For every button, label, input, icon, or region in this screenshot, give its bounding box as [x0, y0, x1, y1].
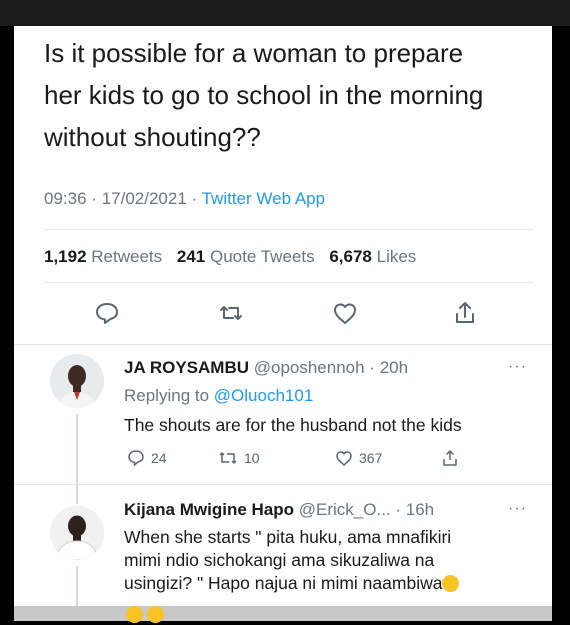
reply-text-line: When she starts " pita huku, ama mnafiki…	[124, 527, 452, 547]
likes-stat[interactable]: 6,678 Likes	[329, 247, 416, 266]
reply-count: 24	[151, 450, 167, 466]
avatar[interactable]	[50, 354, 104, 408]
reply-share-button[interactable]	[440, 448, 465, 468]
bottom-overlay	[14, 606, 552, 621]
retweet-icon	[219, 452, 237, 464]
emoji-smile-icon	[442, 575, 460, 592]
share-icon	[443, 450, 457, 466]
tweet-text-line: her kids to go to school in the morning	[44, 80, 484, 110]
retweet-icon[interactable]	[216, 298, 246, 328]
top-bar	[0, 0, 570, 26]
user-handle[interactable]: @oposhennoh	[254, 358, 365, 377]
tweet-date: 17/02/2021	[101, 189, 187, 208]
reply-tweet[interactable]: JA ROYSAMBU @oposhennoh · 20h ··· Replyi…	[14, 344, 552, 484]
emoji-smile-icon	[126, 606, 143, 623]
tweet-text-line: Is it possible for a woman to prepare	[44, 38, 464, 68]
reply-header: Kijana Mwigine Hapo @Erick_O... · 16h	[124, 500, 434, 520]
more-options-icon[interactable]: ···	[508, 358, 527, 376]
reply-icon	[128, 450, 144, 467]
reply-text-line: usingizi? " Hapo najua ni mimi naambiwa	[124, 572, 460, 595]
reply-like-button[interactable]: 367	[334, 448, 382, 468]
tweet-text: Is it possible for a woman to prepare he…	[44, 32, 534, 158]
reply-header: JA ROYSAMBU @oposhennoh · 20h	[124, 358, 408, 378]
user-handle[interactable]: @Erick_O...	[299, 500, 391, 519]
meta-separator: ·	[91, 189, 97, 208]
reply-retweet-button[interactable]: 10	[217, 448, 260, 468]
meta-separator: ·	[191, 189, 198, 208]
avatar-photo	[50, 354, 104, 408]
thread-line	[76, 484, 78, 504]
retweets-stat[interactable]: 1,192 Retweets	[44, 247, 162, 266]
reply-time: · 20h	[369, 358, 409, 377]
display-name[interactable]: JA ROYSAMBU	[124, 358, 249, 377]
like-icon[interactable]	[330, 298, 360, 328]
tweet-text-line: without shouting??	[44, 122, 261, 152]
retweets-count: 1,192	[44, 247, 87, 266]
replying-prefix: Replying to	[124, 386, 210, 405]
reply-tweet[interactable]: Kijana Mwigine Hapo @Erick_O... · 16h ··…	[14, 484, 552, 621]
avatar-photo	[50, 506, 104, 560]
replying-handle-link[interactable]: @Oluoch101	[214, 386, 314, 405]
emoji-row	[126, 606, 165, 625]
reply-time: · 16h	[395, 500, 435, 519]
reply-text: The shouts are for the husband not the k…	[124, 415, 462, 435]
tweet-card: Is it possible for a woman to prepare he…	[14, 26, 552, 621]
divider	[44, 282, 534, 283]
display-name[interactable]: Kijana Mwigine Hapo	[124, 500, 294, 519]
thread-line	[76, 414, 78, 484]
avatar[interactable]	[50, 506, 104, 560]
reply-text: When she starts " pita huku, ama mnafiki…	[124, 526, 460, 595]
tweet-source-link[interactable]: Twitter Web App	[202, 189, 325, 208]
quotes-stat[interactable]: 241 Quote Tweets	[177, 247, 315, 266]
tweet-time: 09:36	[44, 189, 87, 208]
tweet-stats: 1,192 Retweets 241 Quote Tweets 6,678 Li…	[44, 247, 416, 267]
divider	[44, 229, 534, 230]
like-count: 367	[359, 450, 383, 466]
likes-label: Likes	[376, 247, 417, 266]
reply-reply-button[interactable]: 24	[126, 448, 167, 468]
reply-icon[interactable]	[92, 298, 122, 328]
tweet-actions	[14, 298, 552, 328]
reply-text-span: usingizi? " Hapo najua ni mimi naambiwa	[124, 573, 443, 593]
replying-to: Replying to @Oluoch101	[124, 386, 313, 406]
emoji-smile-icon	[147, 606, 165, 623]
tweet-meta: 09:36 · 17/02/2021 · Twitter Web App	[44, 189, 325, 209]
more-options-icon[interactable]: ···	[508, 500, 527, 518]
likes-count: 6,678	[329, 247, 372, 266]
quotes-label: Quote Tweets	[210, 247, 315, 266]
retweets-label: Retweets	[91, 247, 163, 266]
reply-text-line: mimi ndio sichokangi ama sikuzaliwa na	[124, 550, 435, 570]
retweet-count: 10	[244, 450, 260, 466]
quotes-count: 241	[176, 247, 206, 266]
like-icon	[336, 451, 352, 466]
share-icon[interactable]	[450, 298, 480, 328]
